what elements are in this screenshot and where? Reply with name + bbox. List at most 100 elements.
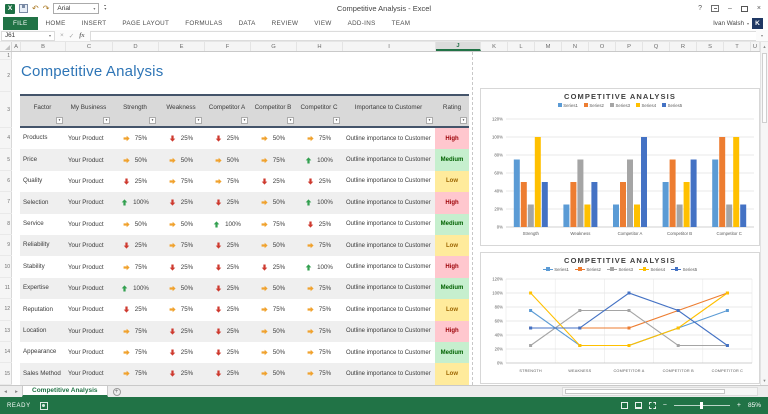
row-header-12[interactable]: 12 — [0, 299, 12, 321]
metric-cell[interactable]: 75% — [250, 149, 296, 170]
ribbon-display-options-icon[interactable] — [711, 5, 719, 12]
metric-cell[interactable]: 50% — [158, 149, 204, 170]
table-header-rating[interactable]: Rating ▾ — [435, 96, 469, 126]
rating-cell[interactable]: Low — [435, 234, 469, 257]
rating-cell[interactable]: High — [435, 192, 469, 214]
metric-cell[interactable]: 75% — [296, 363, 342, 384]
row-header-5[interactable]: 5 — [0, 149, 12, 171]
legend-item[interactable]: Series3 — [609, 103, 630, 108]
ribbon-tab-review[interactable]: REVIEW — [264, 17, 307, 30]
importance-cell[interactable]: Outline importance to Customer — [342, 171, 435, 192]
business-cell[interactable]: Your Product — [65, 342, 112, 363]
metric-cell[interactable]: 75% — [250, 299, 296, 320]
metric-cell[interactable]: 75% — [112, 256, 158, 277]
table-header-competitor-c[interactable]: Competitor C ▾ — [296, 96, 342, 126]
metric-cell[interactable]: 25% — [250, 171, 296, 192]
metric-cell[interactable]: 50% — [112, 214, 158, 235]
legend-item[interactable]: Series4 — [636, 103, 656, 108]
table-header-my-business[interactable]: My Business ▾ — [65, 96, 112, 126]
filter-dropdown-icon[interactable]: ▾ — [333, 117, 340, 124]
metric-cell[interactable]: 25% — [112, 171, 158, 192]
undo-icon[interactable]: ↶ — [32, 4, 39, 13]
column-header-E[interactable]: E — [159, 42, 205, 51]
ribbon-tab-insert[interactable]: INSERT — [74, 17, 115, 30]
table-header-weakness[interactable]: Weakness ▾ — [158, 96, 204, 126]
column-header-S[interactable]: S — [697, 42, 724, 51]
rating-cell[interactable]: Medium — [435, 213, 469, 235]
rating-cell[interactable]: Low — [435, 170, 469, 193]
cancel-icon[interactable]: × — [60, 32, 64, 39]
metric-cell[interactable]: 50% — [250, 278, 296, 299]
column-header-A[interactable]: A — [12, 42, 21, 51]
metric-cell[interactable]: 100% — [112, 278, 158, 299]
filter-dropdown-icon[interactable]: ▾ — [149, 117, 156, 124]
row-header-7[interactable]: 7 — [0, 192, 12, 214]
rating-cell[interactable]: High — [435, 256, 469, 278]
page-layout-view-icon[interactable] — [634, 402, 642, 409]
insert-function-icon[interactable]: fx — [79, 32, 84, 39]
business-cell[interactable]: Your Product — [65, 214, 112, 235]
zoom-out-icon[interactable]: − — [663, 402, 667, 409]
new-sheet-icon[interactable]: + — [112, 387, 121, 396]
factor-cell[interactable]: Location — [20, 321, 65, 342]
metric-cell[interactable]: 25% — [158, 321, 204, 342]
row-header-6[interactable]: 6 — [0, 171, 12, 193]
zoom-level[interactable]: 85% — [748, 402, 761, 409]
metric-cell[interactable]: 25% — [250, 256, 296, 277]
factor-cell[interactable]: Quality — [20, 171, 65, 192]
metric-cell[interactable]: 25% — [204, 342, 250, 363]
metric-cell[interactable]: 25% — [158, 363, 204, 384]
legend-item[interactable]: Series3 — [606, 267, 633, 272]
factor-cell[interactable]: Price — [20, 149, 65, 170]
font-name-dropdown[interactable]: Arial ▾ — [53, 3, 100, 14]
importance-cell[interactable]: Outline importance to Customer — [342, 192, 435, 213]
column-header-D[interactable]: D — [113, 42, 159, 51]
avatar[interactable]: K — [752, 18, 763, 29]
business-cell[interactable]: Your Product — [65, 321, 112, 342]
row-header-9[interactable]: 9 — [0, 235, 12, 257]
macro-record-icon[interactable] — [39, 401, 48, 410]
metric-cell[interactable]: 25% — [204, 278, 250, 299]
column-header-R[interactable]: R — [670, 42, 697, 51]
column-header-F[interactable]: F — [205, 42, 251, 51]
column-header-U[interactable]: U — [751, 42, 760, 51]
ribbon-tab-team[interactable]: TEAM — [384, 17, 419, 30]
scroll-up-icon[interactable]: ▲ — [761, 42, 768, 51]
column-header-H[interactable]: H — [297, 42, 343, 51]
business-cell[interactable]: Your Product — [65, 256, 112, 277]
metric-cell[interactable]: 75% — [112, 128, 158, 149]
metric-cell[interactable]: 50% — [250, 128, 296, 149]
metric-cell[interactable]: 25% — [204, 299, 250, 320]
column-header-M[interactable]: M — [535, 42, 562, 51]
filter-dropdown-icon[interactable]: ▾ — [241, 117, 248, 124]
scroll-thumb[interactable] — [762, 53, 767, 123]
factor-cell[interactable]: Reputation — [20, 299, 65, 320]
select-all-corner[interactable] — [0, 42, 12, 51]
business-cell[interactable]: Your Product — [65, 299, 112, 320]
row-header-4[interactable]: 4 — [0, 128, 12, 150]
importance-cell[interactable]: Outline importance to Customer — [342, 363, 435, 384]
metric-cell[interactable]: 25% — [204, 256, 250, 277]
row-header-3[interactable]: 3 — [0, 92, 12, 128]
minimize-icon[interactable]: – — [728, 5, 732, 12]
metric-cell[interactable]: 25% — [204, 321, 250, 342]
metric-cell[interactable]: 25% — [112, 235, 158, 256]
column-header-B[interactable]: B — [21, 42, 66, 51]
metric-cell[interactable]: 25% — [204, 235, 250, 256]
importance-cell[interactable]: Outline importance to Customer — [342, 278, 435, 299]
metric-cell[interactable]: 75% — [296, 342, 342, 363]
ribbon-tab-view[interactable]: VIEW — [306, 17, 339, 30]
row-header-8[interactable]: 8 — [0, 214, 12, 235]
metric-cell[interactable]: 75% — [158, 235, 204, 256]
metric-cell[interactable]: 50% — [250, 342, 296, 363]
ribbon-tab-add-ins[interactable]: ADD-INS — [340, 17, 384, 30]
column-header-G[interactable]: G — [251, 42, 297, 51]
hscroll-thumb[interactable] — [565, 389, 725, 394]
factor-cell[interactable]: Selection — [20, 192, 65, 213]
zoom-in-icon[interactable]: + — [737, 402, 741, 409]
sheet-tab-competitive-analysis[interactable]: Competitive Analysis — [22, 386, 108, 397]
metric-cell[interactable]: 100% — [296, 256, 342, 277]
importance-cell[interactable]: Outline importance to Customer — [342, 128, 435, 149]
metric-cell[interactable]: 75% — [112, 321, 158, 342]
ribbon-tab-home[interactable]: HOME — [38, 17, 74, 30]
